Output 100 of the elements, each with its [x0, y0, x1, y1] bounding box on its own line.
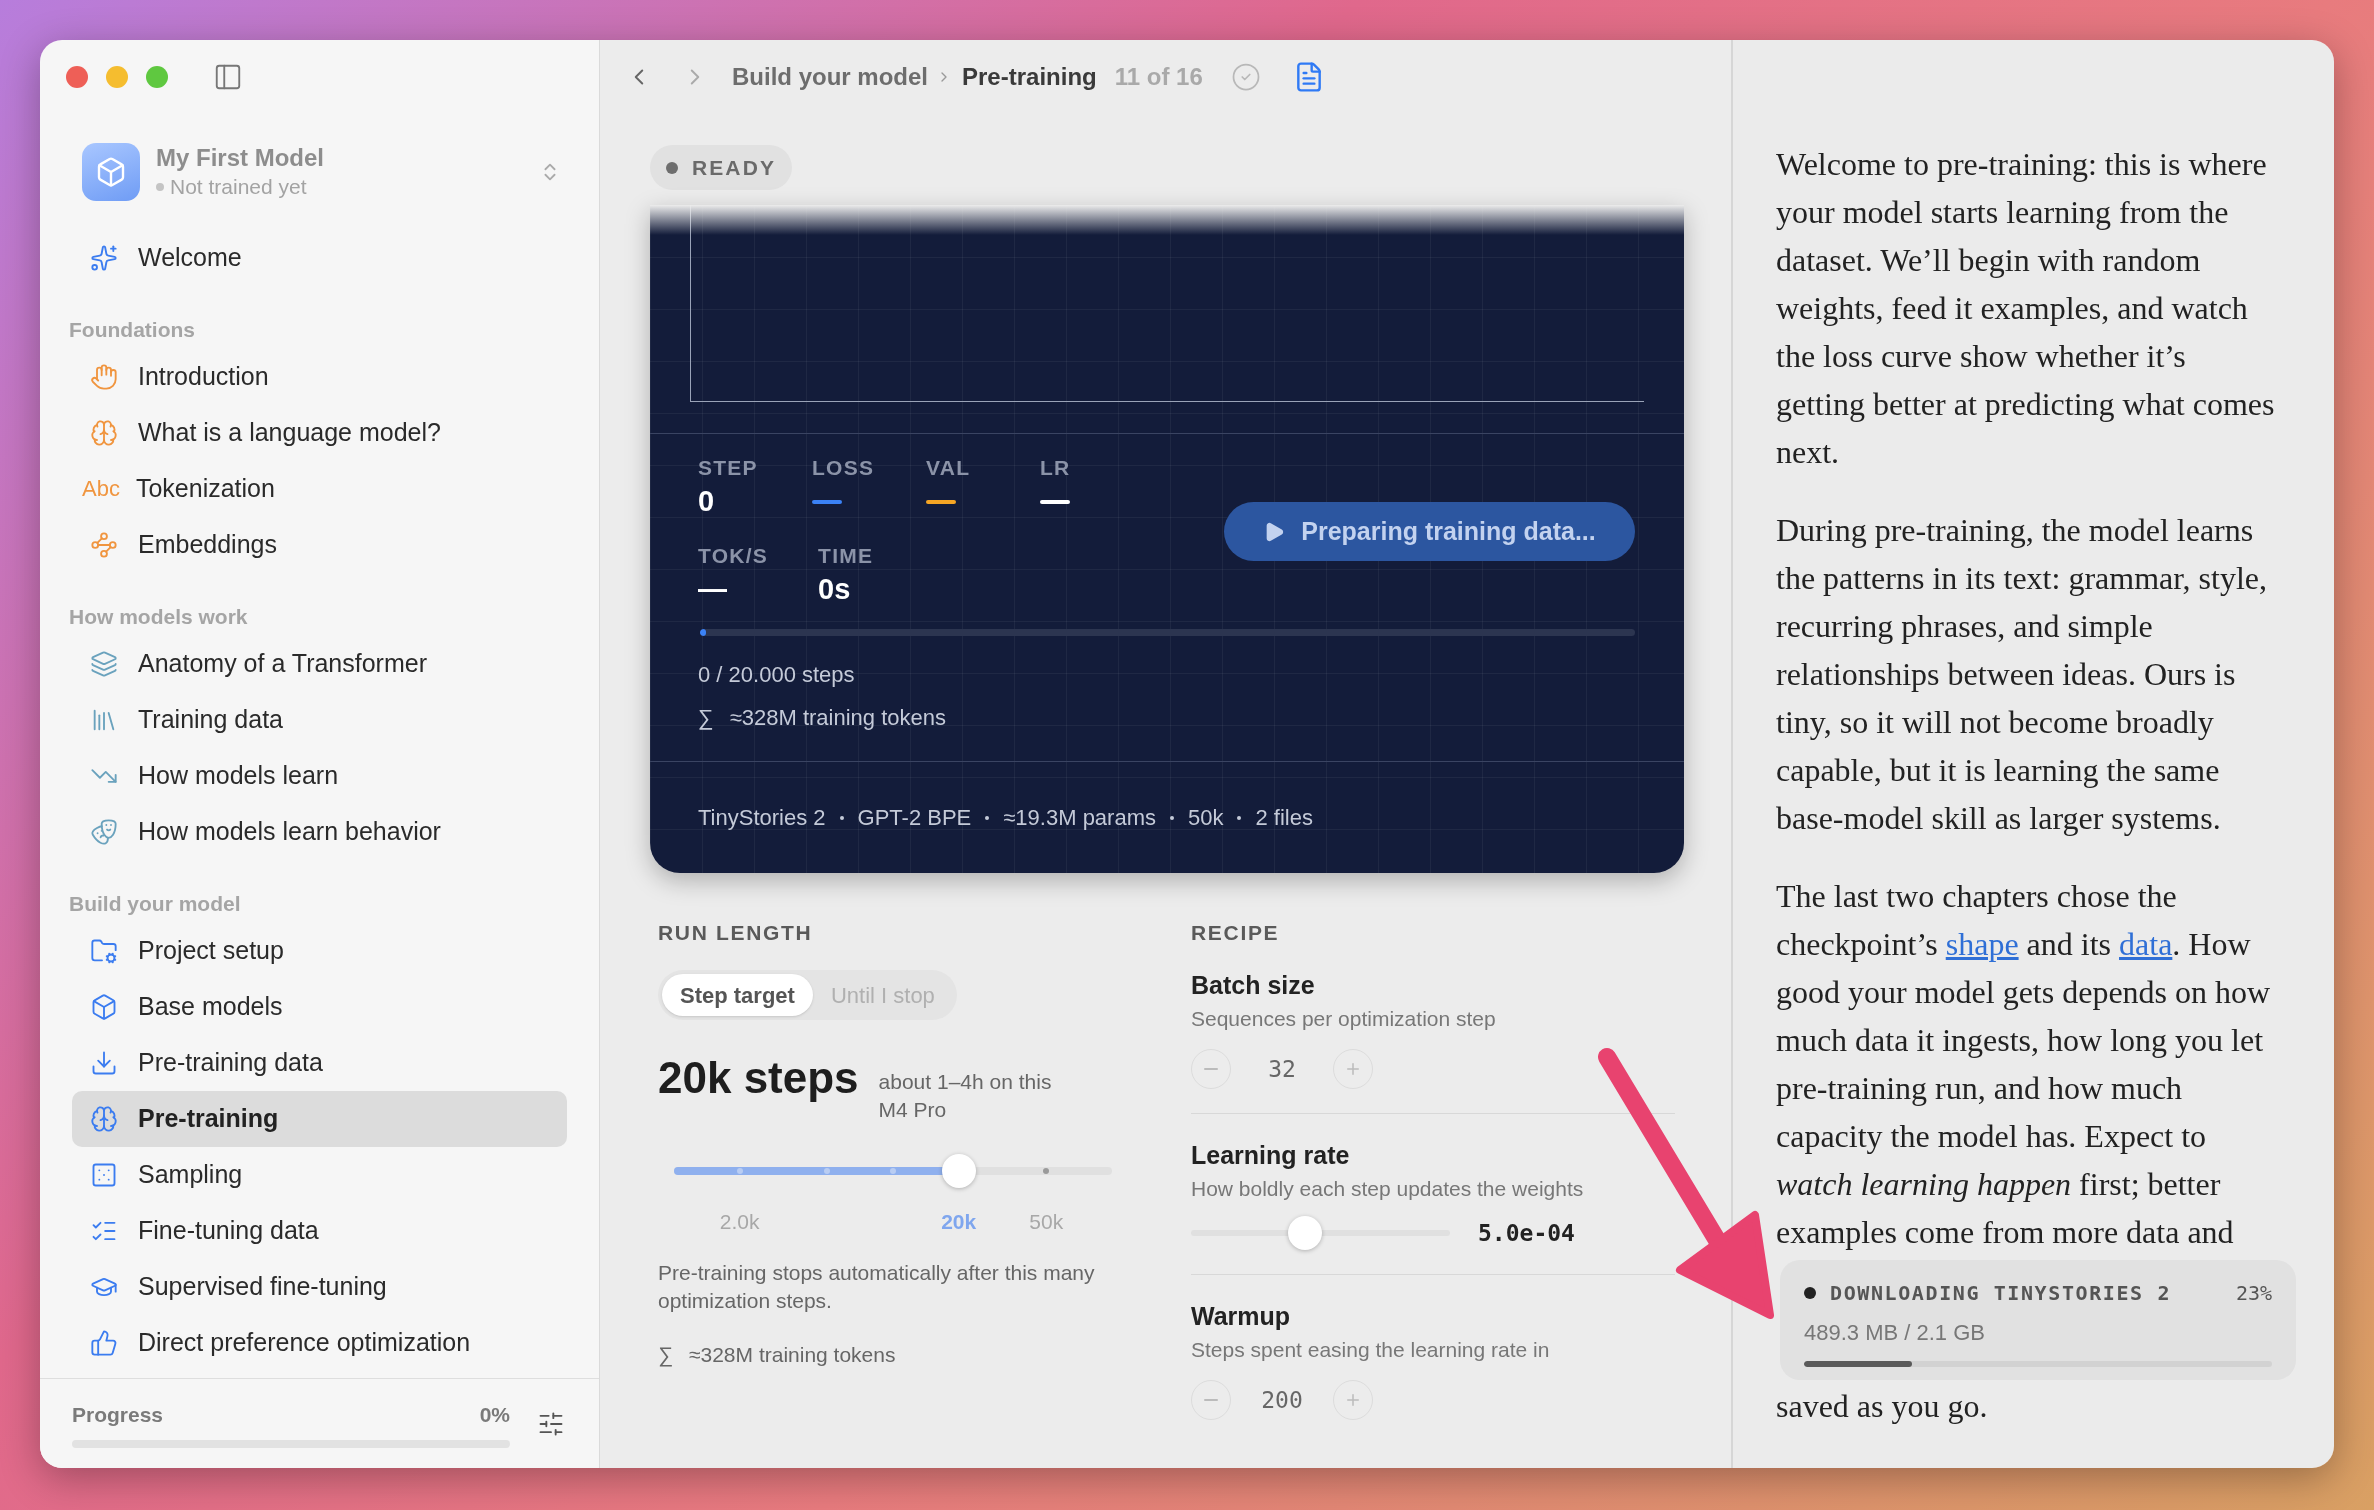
item-label: How models learn behavior	[138, 816, 441, 848]
section-title: RECIPE	[1191, 920, 1281, 946]
sidebar-item[interactable]: How models learn	[72, 748, 567, 804]
sidebar-item[interactable]: Welcome	[72, 230, 567, 286]
sidebar-item[interactable]: Project setup	[72, 923, 567, 979]
folder-gear-icon	[90, 937, 118, 965]
section-header: Build your model	[69, 891, 241, 918]
minus-icon	[1204, 1068, 1218, 1070]
tick-label: 20k	[941, 1209, 977, 1235]
item-label: Anatomy of a Transformer	[138, 648, 427, 680]
model-summary-item: GPT-2 BPE	[857, 804, 972, 832]
download-percent: 23%	[2235, 1280, 2272, 1307]
sidebar-item[interactable]: Abc Tokenization	[72, 461, 567, 517]
paragraph: saved as you go.	[1776, 1387, 1989, 1426]
minimize-button[interactable]	[106, 66, 128, 88]
icon-label: Abc	[82, 475, 120, 503]
sidebar-item[interactable]: Sampling	[72, 1147, 567, 1203]
check-circle-icon[interactable]	[1230, 62, 1261, 92]
sidebar-item[interactable]: Introduction	[72, 349, 567, 405]
hand-icon	[90, 363, 118, 391]
progress-label: Progress	[72, 1401, 164, 1428]
item-label: Project setup	[138, 935, 284, 967]
head-icon	[90, 419, 118, 447]
sidebar-toggle-icon[interactable]	[213, 62, 243, 92]
paragraph: Welcome to pre-training: this is where your model starts learning from the dataset. We’ll begin with random weights, feed it examples, and watch the loss curve show whether it’s getting better at predicting what comes next.	[1776, 145, 2276, 472]
slider-thumb[interactable]	[941, 1154, 976, 1188]
section-header: Foundations	[69, 317, 195, 344]
section-header: How models work	[69, 604, 248, 631]
model-summary-item: TinyStories 2	[698, 804, 826, 832]
stat-label: VAL	[926, 454, 972, 481]
step-target-value: 20k steps	[658, 1052, 859, 1104]
item-label: Introduction	[138, 361, 269, 393]
sidebar-item[interactable]: Fine-tuning data	[72, 1203, 567, 1259]
item-label: Tokenization	[135, 473, 275, 505]
stat-label: LR	[1040, 454, 1072, 481]
chapter-position: 11 of 16	[1114, 62, 1203, 92]
item-label: How models learn	[138, 760, 339, 792]
zoom-button[interactable]	[146, 66, 168, 88]
nodes-icon	[90, 531, 118, 559]
paragraph: The last two chapters chose the checkpoint’s shape and its data. How good your model gets depends on how much data it ingests, how long you let pre-training run, and how much capacity the model has. Expect to watch learning happen first; better examples come from more data and	[1776, 877, 2272, 1252]
mode-tab[interactable]: Step target	[662, 974, 813, 1016]
sidebar-item[interactable]: Direct preference optimization	[72, 1315, 567, 1371]
paragraph: During pre-training, the model learns the patterns in its text: grammar, style, recurring phrases, and simple relationships between ideas. Ours is tiny, so it will not become broadly capable, but it is learning the same base-model skill as larger systems.	[1776, 511, 2269, 838]
item-label: Training data	[138, 704, 283, 736]
item-label: Welcome	[138, 242, 242, 274]
item-label: Pre-training data	[138, 1047, 323, 1079]
model-status: Not trained yet	[170, 174, 307, 200]
token-count: ≈328M training tokens	[729, 704, 946, 732]
sidebar-item[interactable]: How models learn behavior	[72, 804, 567, 860]
model-icon	[82, 143, 140, 201]
brain-icon	[90, 1105, 118, 1133]
setting-description: How boldly each step updates the weights	[1191, 1176, 1585, 1202]
sidebar-item[interactable]: Pre-training data	[72, 1035, 567, 1091]
item-label: Base models	[138, 991, 283, 1023]
progress-value: 0%	[479, 1401, 510, 1428]
stat-value: 0	[698, 483, 715, 519]
sidebar-item[interactable]: Base models	[72, 979, 567, 1035]
sidebar-item[interactable]: What is a language model?	[72, 405, 567, 461]
setting-value: 5.0e-04	[1478, 1218, 1575, 1248]
close-button[interactable]	[66, 66, 88, 88]
cube-icon	[90, 993, 118, 1021]
breadcrumb-link[interactable]: Build your model	[732, 59, 928, 95]
setting-title: Warmup	[1191, 1301, 1292, 1332]
item-label: Fine-tuning data	[138, 1215, 319, 1247]
run-length-description: Pre-training stops automatically after this many optimization steps.	[658, 1260, 1096, 1314]
stat-label: TOK/S	[698, 542, 769, 569]
setting-description: Steps spent easing the learning rate in	[1191, 1337, 1551, 1363]
plus-icon	[1344, 1391, 1362, 1409]
stat-label: LOSS	[812, 454, 876, 481]
slider-thumb[interactable]	[1287, 1216, 1322, 1250]
breadcrumb-current: Pre-training	[962, 62, 1097, 92]
token-count: ≈328M training tokens	[689, 1342, 896, 1368]
plus-icon	[1344, 1060, 1362, 1078]
sidebar-item[interactable]: Anatomy of a Transformer	[72, 636, 567, 692]
dice-icon	[90, 1161, 118, 1189]
layers-icon	[90, 650, 118, 678]
sparkles-icon	[90, 244, 118, 272]
stepper-value: 32	[1267, 1054, 1297, 1084]
inline-link[interactable]: data	[2119, 926, 2173, 962]
thumbs-up-icon	[90, 1329, 118, 1357]
download-size: 489.3 MB / 2.1 GB	[1804, 1319, 1986, 1347]
status-label: READY	[692, 154, 776, 181]
masks-icon	[90, 818, 118, 846]
model-summary-item: ≈19.3M params	[1003, 804, 1156, 832]
model-summary-item: 50k	[1188, 804, 1224, 832]
inline-link[interactable]: shape	[1945, 926, 2019, 962]
item-label: What is a language model?	[138, 417, 441, 449]
sidebar-item[interactable]: Embeddings	[72, 517, 567, 573]
sidebar-item[interactable]: Training data	[72, 692, 567, 748]
sidebar-item[interactable]: Supervised fine-tuning	[72, 1259, 567, 1315]
time-estimate: about 1–4h on this M4 Pro	[878, 1069, 1053, 1123]
sigma-symbol: ∑	[698, 704, 714, 732]
setting-title: Learning rate	[1191, 1140, 1351, 1171]
setting-description: Sequences per optimization step	[1191, 1006, 1497, 1032]
tick-label: 50k	[1029, 1209, 1064, 1235]
item-label: Supervised fine-tuning	[138, 1271, 387, 1303]
item-label: Direct preference optimization	[138, 1327, 471, 1359]
item-label: Embeddings	[138, 529, 277, 561]
sidebar-item[interactable]: Pre-training	[72, 1091, 567, 1147]
item-label: Sampling	[138, 1159, 243, 1191]
